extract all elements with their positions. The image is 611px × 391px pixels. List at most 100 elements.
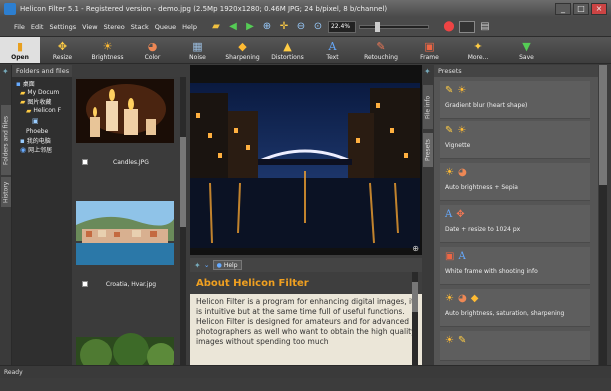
tree-node-my-computer[interactable]: ▪ 我的电脑: [16, 136, 72, 146]
about-scrollbar[interactable]: [412, 272, 418, 365]
sharpening-icon: ◆: [238, 40, 247, 53]
help-button[interactable]: ● Help: [212, 260, 242, 270]
preset-item[interactable]: ☀ ✎: [440, 331, 590, 361]
tab-folders-and-files[interactable]: Folders and files: [1, 105, 11, 175]
folder-icon: ▰: [20, 97, 26, 106]
tree-node-my-documents[interactable]: ▰ My Docum: [16, 88, 72, 97]
tab-presets[interactable]: Presets: [423, 133, 433, 167]
zoom-value[interactable]: 22.4%: [327, 20, 356, 33]
window-title: Helicon Filter 5.1 - Registered version …: [20, 4, 388, 13]
thumbnail-caption: Candles.JPG: [113, 158, 149, 166]
brightness-button[interactable]: ☀ Brightness: [85, 37, 130, 63]
network-icon: ◉: [20, 145, 27, 154]
save-button[interactable]: ▼ Save: [504, 37, 549, 63]
minimize-button[interactable]: _: [555, 2, 571, 15]
tree-node-pictures[interactable]: ▰ 图片收藏: [16, 97, 72, 107]
menu-bar: File Edit Settings View Stereo Stack Que…: [0, 17, 611, 37]
noise-button[interactable]: ▦ Noise: [175, 37, 220, 63]
menu-edit[interactable]: Edit: [31, 23, 44, 31]
palette-icon: ◕: [147, 40, 158, 53]
resize-button[interactable]: ✥ Resize: [40, 37, 85, 63]
thumbnail-item[interactable]: Croatia, Hvar.jpg: [76, 201, 174, 291]
close-button[interactable]: ×: [591, 2, 607, 15]
resize-icon: ✥: [57, 40, 68, 53]
menu-queue[interactable]: Queue: [155, 23, 176, 31]
presets-panel-title: Presets: [434, 65, 598, 77]
zoom-icon[interactable]: ⊕: [412, 244, 419, 253]
about-scrollbar-thumb[interactable]: [412, 282, 418, 312]
pin-icon[interactable]: ✦: [2, 67, 9, 76]
sharpening-button[interactable]: ◆ Sharpening: [220, 37, 265, 63]
thumbnail-list: Candles.JPG Croatia, Hvar.jpg: [72, 77, 186, 377]
menu-view[interactable]: View: [82, 23, 97, 31]
text-button[interactable]: A Text: [310, 37, 355, 63]
preset-item[interactable]: ☀ ◕ Auto brightness + Sepia: [440, 163, 590, 201]
candles-thumbnail: [76, 79, 174, 143]
presets-scrollbar-thumb[interactable]: [599, 65, 607, 185]
maximize-button[interactable]: □: [573, 2, 589, 15]
sun-icon: ☀: [457, 125, 467, 136]
tree-node-subfolder[interactable]: ▣: [16, 115, 72, 127]
save-icon: ▼: [522, 40, 531, 53]
menu-settings[interactable]: Settings: [49, 23, 76, 31]
pin-icon[interactable]: ✦: [424, 67, 431, 76]
color-button[interactable]: ◕ Color: [130, 37, 175, 63]
actual-size-icon[interactable]: ⊙: [311, 20, 325, 34]
sun-icon: ☀: [445, 335, 454, 346]
sun-icon: ☀: [102, 40, 113, 53]
text-icon: A: [328, 40, 337, 53]
color-picker[interactable]: [458, 20, 475, 33]
quick-toolbar: ▰ ◀ ▶ ⊕ ✛ ⊖ ⊙ 22.4% ⬤ ▤: [209, 20, 492, 34]
image-preview[interactable]: ⊕: [190, 65, 422, 255]
thumbnail-scrollbar[interactable]: [180, 77, 186, 365]
folder-tree: ▪ 桌面 ▰ My Docum ▰ 图片收藏 ▰ Helicon F ▣ Phoebe …: [12, 77, 72, 155]
presets-scrollbar[interactable]: [599, 65, 607, 365]
back-arrow-icon[interactable]: ◀: [226, 20, 240, 34]
menu-stereo[interactable]: Stereo: [104, 23, 125, 31]
open-button[interactable]: ▮ Open: [0, 37, 40, 63]
computer-icon: ▪: [20, 136, 25, 145]
tab-file-info[interactable]: File info: [423, 85, 433, 129]
zoom-slider[interactable]: [358, 21, 429, 32]
more-button[interactable]: ✦ More...: [452, 37, 504, 63]
resize-icon: ✥: [456, 209, 465, 220]
preset-item[interactable]: ▣ A White frame with shooting info: [440, 247, 590, 285]
frame-button[interactable]: ▣ Frame: [407, 37, 452, 63]
tree-node-phoebe[interactable]: Phoebe: [16, 127, 72, 136]
preset-item[interactable]: ☀ ◕ ◆ Auto brightness, saturation, sharpen…: [440, 289, 590, 327]
left-tab-strip: ✦ Folders and files History: [0, 65, 12, 365]
sun-icon: ☀: [457, 85, 467, 96]
tree-node-helicon[interactable]: ▰ Helicon F: [16, 106, 72, 115]
grid-icon[interactable]: ▤: [478, 20, 492, 34]
sun-icon: ☀: [445, 293, 454, 304]
palette-icon: ◕: [457, 293, 467, 304]
thumbnail-scrollbar-thumb[interactable]: [180, 137, 186, 227]
zoom-in-icon[interactable]: ⊕: [260, 20, 274, 34]
preset-item[interactable]: ✎ ☀ Vignette: [440, 121, 590, 159]
tree-node-network[interactable]: ◉ 网上邻居: [16, 145, 72, 155]
forward-arrow-icon[interactable]: ▶: [243, 20, 257, 34]
tab-history[interactable]: History: [1, 177, 11, 207]
app-icon: [4, 2, 16, 15]
menu-stack[interactable]: Stack: [131, 23, 149, 31]
tree-node-desktop[interactable]: ▪ 桌面: [16, 79, 72, 89]
preset-item[interactable]: ✎ ☀ Gradient blur (heart shape): [440, 81, 590, 119]
thumbnail-item[interactable]: [76, 325, 175, 391]
menu-help[interactable]: Help: [182, 23, 197, 31]
fit-screen-icon[interactable]: ✛: [277, 20, 291, 34]
preset-item[interactable]: A ✥ Date + resize to 1024 px: [440, 205, 590, 243]
distortions-button[interactable]: ▲ Distortions: [265, 37, 310, 63]
presets-panel: Presets ✎ ☀ Gradient blur (heart shape) ✎…: [434, 65, 598, 365]
zoom-slider-knob[interactable]: [375, 21, 381, 32]
open-folder-icon[interactable]: ▰: [209, 20, 223, 34]
retouching-button[interactable]: ✎ Retouching: [355, 37, 407, 63]
folders-panel-title: Folders and files: [12, 65, 72, 77]
pin-icon[interactable]: ✦: [194, 261, 201, 270]
menu-file[interactable]: File: [14, 23, 25, 31]
zoom-out-icon[interactable]: ⊖: [294, 20, 308, 34]
thumbnail-item[interactable]: Candles.JPG: [76, 79, 174, 169]
pin-marker-icon[interactable]: ⬤: [442, 20, 456, 34]
open-icon: ▮: [16, 40, 24, 53]
folder-icon: ▰: [20, 88, 26, 97]
chevron-down-icon[interactable]: ⌄: [204, 261, 210, 269]
